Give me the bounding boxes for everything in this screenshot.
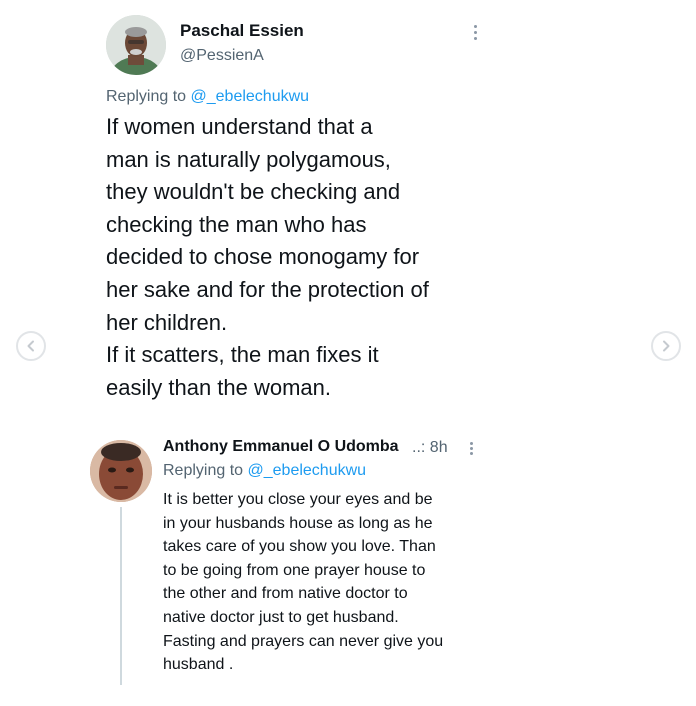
author-name[interactable]: Anthony Emmanuel O Udomba bbox=[163, 438, 399, 456]
replying-to-label: Replying to bbox=[163, 462, 248, 479]
avatar-image bbox=[106, 15, 166, 75]
post-carousel-slide: Paschal Essien @PessienA Replying to @_e… bbox=[0, 0, 696, 706]
avatar-image bbox=[90, 440, 152, 502]
more-options-icon[interactable] bbox=[468, 442, 474, 455]
replying-to-mention-link[interactable]: @_ebelechukwu bbox=[248, 462, 367, 479]
replying-to-mention-link[interactable]: @_ebelechukwu bbox=[191, 88, 310, 105]
chevron-right-icon bbox=[663, 340, 670, 352]
previous-slide-button[interactable] bbox=[16, 331, 46, 361]
tweet-timestamp[interactable]: ..: 8h bbox=[412, 439, 448, 457]
tweet-text: It is better you close your eyes and be … bbox=[163, 491, 444, 674]
thread-line bbox=[120, 507, 122, 685]
next-slide-button[interactable] bbox=[651, 331, 681, 361]
author-handle[interactable]: @PessienA bbox=[180, 47, 264, 65]
avatar[interactable] bbox=[106, 15, 166, 75]
author-name[interactable]: Paschal Essien bbox=[180, 21, 304, 41]
tweet-text: If women understand that a man is natura… bbox=[106, 114, 429, 400]
replying-to: Replying to @_ebelechukwu bbox=[106, 88, 309, 106]
timestamp-separator: ..: bbox=[412, 439, 426, 456]
more-options-icon[interactable] bbox=[472, 25, 478, 40]
timestamp-value: 8h bbox=[429, 439, 448, 456]
replying-to: Replying to @_ebelechukwu bbox=[163, 462, 366, 480]
chevron-left-icon bbox=[27, 340, 34, 352]
replying-to-label: Replying to bbox=[106, 88, 191, 105]
avatar[interactable] bbox=[90, 440, 152, 502]
